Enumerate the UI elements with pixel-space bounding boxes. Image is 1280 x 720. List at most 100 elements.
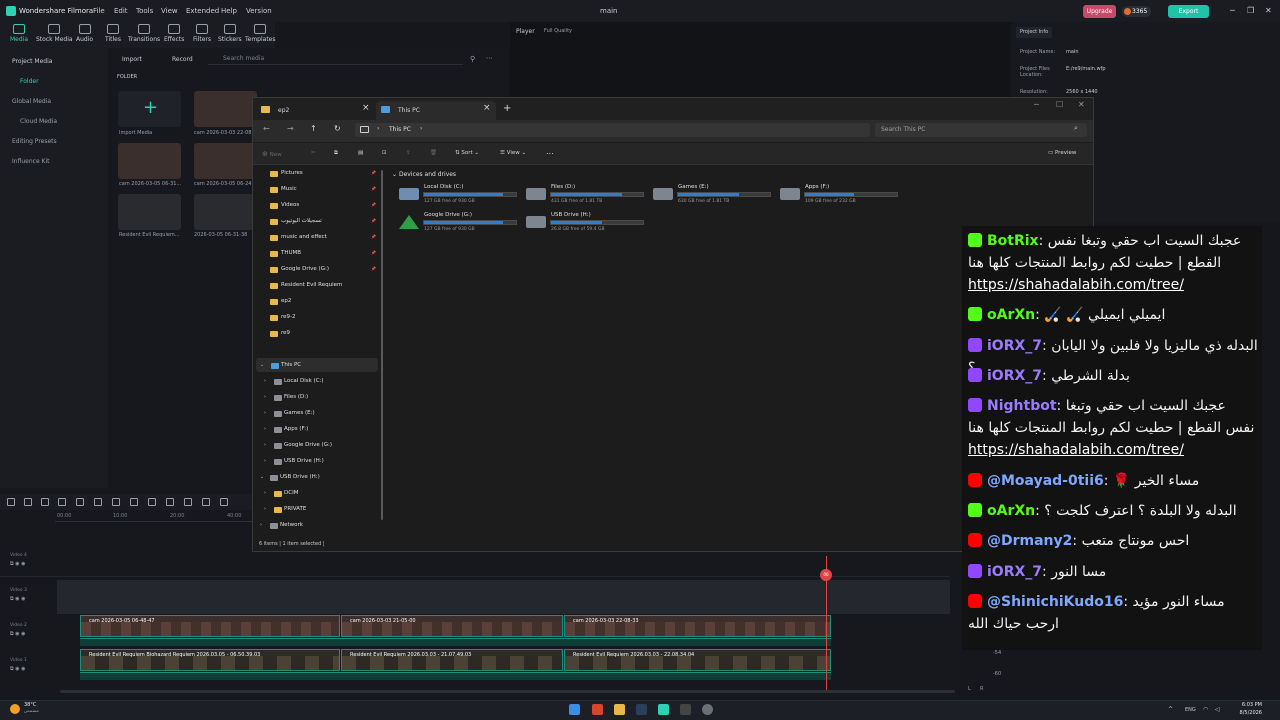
chevron-right-icon[interactable]: › [264,506,266,512]
see-more-button[interactable]: ... [546,147,554,156]
nav-item[interactable]: THUMB [281,250,301,256]
timeline-clip[interactable]: cam 2026-03-03 21-05-00 [341,615,563,637]
tree-item[interactable]: Games (E:) [284,410,315,416]
tab-project-info[interactable]: Project Info [1016,27,1053,38]
steam-icon[interactable] [636,704,647,715]
tool-stickers[interactable]: Stickers [218,24,242,43]
menu-version[interactable]: Version [246,7,272,15]
chevron-up-icon[interactable]: ^ [1168,706,1173,713]
delete-icon[interactable] [58,498,66,506]
redo-icon[interactable] [41,498,49,506]
pin-icon[interactable]: 📌 [371,250,376,255]
track-controls-icon[interactable]: ⧉ ◉ ◉ [10,561,25,567]
media-thumb[interactable] [118,143,181,179]
preview-button[interactable]: ▭ Preview [1048,150,1076,156]
chat-link[interactable]: https://shahadalabih.com/tree/ [968,439,1184,461]
track-controls-icon[interactable]: ⧉ ◉ ◉ [10,666,25,672]
sidebar-editing-presets[interactable]: Editing Presets [12,138,57,145]
tab-this-pc[interactable]: This PC [376,101,496,120]
track-controls-icon[interactable]: ⧉ ◉ ◉ [10,631,25,637]
tree-item[interactable]: Google Drive (G:) [284,442,332,448]
tree-item[interactable]: This PC [281,362,301,368]
weather-temp[interactable]: 38°C [24,702,36,708]
media-thumb[interactable] [194,91,257,127]
pin-icon[interactable]: 📌 [371,202,376,207]
tool-transitions[interactable]: Transitions [128,24,160,43]
timeline-clip[interactable]: cam 2026-03-05 06-48-47 [80,615,340,637]
paste-icon[interactable]: ▤ [358,150,363,156]
menu-help[interactable]: Help [221,7,237,15]
media-search-input[interactable]: Search media [208,53,463,65]
sidebar-cloud-media[interactable]: Cloud Media [20,118,57,125]
upgrade-button[interactable]: Upgrade [1083,5,1116,18]
sidebar-influence-kit[interactable]: Influence Kit [12,158,50,165]
sidebar-project-media[interactable]: Project Media [12,58,52,65]
share-icon[interactable]: ⇪ [406,150,411,156]
file-explorer-icon[interactable] [614,704,625,715]
nav-item[interactable]: Videos [281,202,299,208]
brave-icon[interactable] [592,704,603,715]
tree-item[interactable]: Files (D:) [284,394,308,400]
chevron-down-icon[interactable]: ⌄ [260,362,264,368]
sort-button[interactable]: ⇅ Sort ⌄ [455,150,479,156]
menu-view[interactable]: View [161,7,178,15]
nav-item[interactable]: Pictures [281,170,303,176]
layout-icon[interactable] [7,498,15,506]
maximize-icon[interactable]: ❐ [1247,6,1254,15]
tree-item[interactable]: PRIVATE [284,506,306,512]
tool-effects[interactable]: Effects [164,24,184,43]
chat-username[interactable]: @ShinichiKudo16 [987,594,1123,610]
tool-titles[interactable]: Titles [105,24,121,43]
minimize-icon[interactable]: ─ [1034,100,1039,109]
close-tab-icon[interactable]: × [483,103,491,113]
chat-username[interactable]: iORX_7 [987,338,1042,354]
copy-icon[interactable]: ⧉ [334,150,338,157]
coins-badge[interactable]: 3365 [1122,6,1152,17]
tree-item[interactable]: DCIM [284,490,298,496]
close-tab-icon[interactable]: × [362,103,370,113]
pin-icon[interactable]: 📌 [371,186,376,191]
pin-icon[interactable]: 📌 [371,266,376,271]
tool-stock-media[interactable]: Stock Media [36,24,73,43]
menu-edit[interactable]: Edit [114,7,128,15]
tree-item[interactable]: Network [280,522,303,528]
keyframe-icon[interactable] [166,498,174,506]
nav-item[interactable]: Music [281,186,297,192]
minimize-icon[interactable]: ─ [1230,6,1235,15]
chevron-down-icon[interactable]: ⌄ [392,171,397,178]
tab-ep2[interactable]: ep2 [256,101,374,120]
export-button[interactable]: Export [1168,5,1209,18]
crop-icon[interactable] [130,498,138,506]
timeline-scrollbar[interactable] [60,690,955,693]
chevron-right-icon[interactable]: › [264,410,266,416]
tree-item[interactable]: USB Drive (H:) [280,474,320,480]
undo-icon[interactable] [24,498,32,506]
audio-icon[interactable] [202,498,210,506]
menu-extended[interactable]: Extended [186,7,219,15]
nav-item[interactable]: Resident Evil Requiem [281,282,342,288]
color-icon[interactable] [184,498,192,506]
tool-filters[interactable]: Filters [193,24,211,43]
back-icon[interactable]: ← [263,124,270,133]
rename-icon[interactable]: ⊡ [382,150,387,156]
timeline-clip[interactable]: cam 2026-03-03 22-08-33 [564,615,831,637]
sun-icon[interactable] [10,704,20,714]
tree-item[interactable]: USB Drive (H:) [284,458,324,464]
forward-icon[interactable]: → [287,124,294,133]
more-icon[interactable]: ⋯ [486,54,493,62]
audio-waveform[interactable] [80,638,831,646]
nav-scrollbar[interactable] [381,170,383,520]
filmora-icon[interactable] [658,704,669,715]
pin-icon[interactable]: 📌 [371,234,376,239]
start-icon[interactable] [569,704,580,715]
clock-time[interactable]: 6:03 PM [1232,702,1262,708]
nav-item[interactable]: re9-2 [281,314,296,320]
record-button[interactable]: Record [172,54,193,65]
tool-media[interactable]: Media [10,24,28,43]
media-thumb[interactable] [194,194,257,230]
chevron-right-icon[interactable]: › [264,442,266,448]
new-tab-icon[interactable]: + [503,103,511,114]
chat-username[interactable]: @Drmany2 [987,533,1072,549]
nav-item[interactable]: music and effect [281,234,327,240]
audio-waveform[interactable] [80,672,831,680]
